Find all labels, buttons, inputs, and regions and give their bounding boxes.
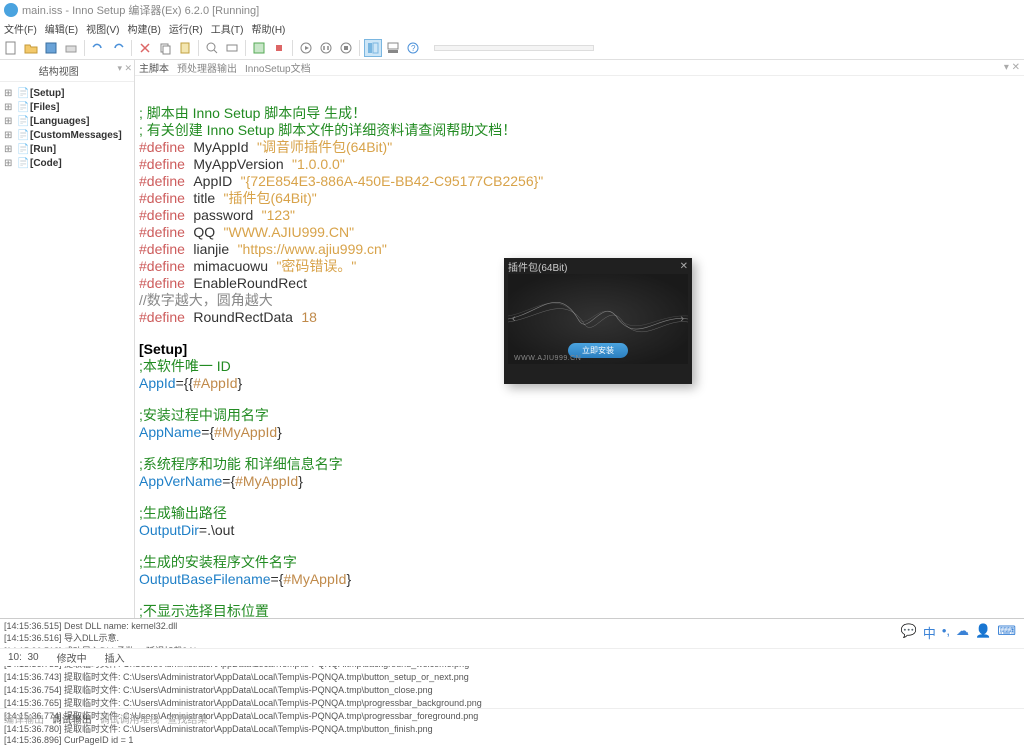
status-insert: 插入 bbox=[105, 650, 125, 665]
separator bbox=[84, 40, 85, 56]
section-icon: 📄 bbox=[17, 116, 27, 126]
tab-find-results[interactable]: 查找结果 bbox=[167, 715, 207, 726]
section-icon: 📄 bbox=[17, 158, 27, 168]
output-line: [14:15:36.515] Dest DLL name: kernel32.d… bbox=[4, 621, 1020, 631]
expand-icon[interactable]: ⊞ bbox=[4, 88, 14, 99]
paste-icon[interactable] bbox=[176, 39, 194, 57]
tab-main[interactable]: 主脚本 bbox=[139, 60, 169, 75]
expand-icon[interactable]: ⊞ bbox=[4, 158, 14, 169]
status-line: 10: 30 bbox=[8, 652, 39, 663]
cut-icon[interactable] bbox=[136, 39, 154, 57]
tray-cloud-icon[interactable]: ☁ bbox=[956, 623, 969, 642]
tray-punct-icon[interactable]: •, bbox=[942, 623, 950, 642]
pause-icon[interactable] bbox=[317, 39, 335, 57]
menu-edit[interactable]: 编辑(E) bbox=[45, 21, 78, 36]
svg-text:?: ? bbox=[411, 44, 416, 53]
tree-item-files[interactable]: ⊞📄[Files] bbox=[4, 100, 134, 114]
tray-ime-icon[interactable]: 中 bbox=[923, 623, 936, 642]
copy-icon[interactable] bbox=[156, 39, 174, 57]
separator bbox=[131, 40, 132, 56]
toggle-structure-icon[interactable] bbox=[364, 39, 382, 57]
section-icon: 📄 bbox=[17, 144, 27, 154]
sidebar-header: 结构视图 ▾ ✕ bbox=[0, 60, 134, 82]
expand-icon[interactable]: ⊞ bbox=[4, 144, 14, 155]
expand-icon[interactable]: ⊞ bbox=[4, 102, 14, 113]
output-line: [14:15:36.896] CurPageID id = 1 bbox=[4, 735, 1020, 745]
expand-icon[interactable]: ⊞ bbox=[4, 116, 14, 127]
toolbar: ? bbox=[0, 36, 1024, 60]
tray-keyboard-icon[interactable]: ⌨ bbox=[997, 623, 1016, 642]
menu-tools[interactable]: 工具(T) bbox=[211, 21, 244, 36]
next-icon[interactable]: › bbox=[680, 313, 684, 325]
stop-icon[interactable] bbox=[337, 39, 355, 57]
tree-item-setup[interactable]: ⊞📄[Setup] bbox=[4, 86, 134, 100]
menu-file[interactable]: 文件(F) bbox=[4, 21, 37, 36]
status-bar: 10: 30 修改中 插入 bbox=[0, 648, 1024, 666]
tab-debug-output[interactable]: 调试输出 bbox=[52, 715, 92, 726]
tab-preprocess[interactable]: 预处理器输出 bbox=[177, 60, 237, 75]
redo-icon[interactable] bbox=[109, 39, 127, 57]
panel-controls-icon[interactable]: ▾ ✕ bbox=[117, 63, 134, 74]
expand-icon[interactable]: ⊞ bbox=[4, 130, 14, 141]
section-icon: 📄 bbox=[17, 102, 27, 112]
popup-titlebar[interactable]: 插件包(64Bit) ✕ bbox=[504, 258, 692, 274]
app-icon bbox=[4, 3, 18, 17]
tray-user-icon[interactable]: 👤 bbox=[975, 623, 991, 642]
tree-item-code[interactable]: ⊞📄[Code] bbox=[4, 156, 134, 170]
output-line: [14:15:36.743] 提取临时文件: C:\Users\Administ… bbox=[4, 670, 1020, 683]
compile-icon[interactable] bbox=[250, 39, 268, 57]
window-title: main.iss - Inno Setup 编译器(Ex) 6.2.0 [Run… bbox=[22, 2, 259, 18]
menu-bar: 文件(F) 编辑(E) 视图(V) 构建(B) 运行(R) 工具(T) 帮助(H… bbox=[0, 20, 1024, 36]
toggle-output-icon[interactable] bbox=[384, 39, 402, 57]
run-icon[interactable] bbox=[297, 39, 315, 57]
status-modified: 修改中 bbox=[57, 650, 87, 665]
undo-icon[interactable] bbox=[89, 39, 107, 57]
installer-popup: 插件包(64Bit) ✕ ‹ › 立即安装 WWW.AJIU999.CN bbox=[504, 258, 692, 384]
popup-url: WWW.AJIU999.CN bbox=[514, 355, 581, 362]
code-section: [Setup] bbox=[139, 341, 187, 357]
panel-controls-icon[interactable]: ▾ ✕ bbox=[1004, 62, 1020, 73]
output-tabbar: 编译输出 调试输出 调试调用堆栈 查找结果 bbox=[0, 708, 1024, 728]
code-comment: ; 脚本由 Inno Setup 脚本向导 生成！ bbox=[139, 105, 366, 121]
section-icon: 📄 bbox=[17, 88, 27, 98]
find-icon[interactable] bbox=[203, 39, 221, 57]
structure-tree: ⊞📄[Setup] ⊞📄[Files] ⊞📄[Languages] ⊞📄[Cus… bbox=[0, 82, 134, 170]
separator bbox=[292, 40, 293, 56]
editor-tabbar: 主脚本 预处理器输出 InnoSetup文档 ▾ ✕ bbox=[135, 60, 1024, 76]
menu-help[interactable]: 帮助(H) bbox=[251, 21, 285, 36]
tab-compile-output[interactable]: 编译输出 bbox=[4, 715, 44, 726]
menu-build[interactable]: 构建(B) bbox=[127, 21, 160, 36]
popup-body: ‹ › 立即安装 WWW.AJIU999.CN bbox=[508, 274, 688, 364]
help-icon[interactable]: ? bbox=[404, 39, 422, 57]
code-comment: ; 有关创建 Inno Setup 脚本文件的详细资料请查阅帮助文档！ bbox=[139, 122, 516, 138]
tray-icons: 💬 中 •, ☁ 👤 ⌨ bbox=[901, 623, 1016, 642]
tab-doc[interactable]: InnoSetup文档 bbox=[245, 60, 311, 75]
section-icon: 📄 bbox=[17, 130, 27, 140]
replace-icon[interactable] bbox=[223, 39, 241, 57]
output-line: [14:15:36.516] 导入DLL示意. bbox=[4, 631, 1020, 644]
menu-run[interactable]: 运行(R) bbox=[169, 21, 203, 36]
progress-placeholder bbox=[434, 45, 594, 51]
stop-compile-icon[interactable] bbox=[270, 39, 288, 57]
new-icon[interactable] bbox=[2, 39, 20, 57]
close-icon[interactable]: ✕ bbox=[680, 261, 688, 272]
tray-chat-icon[interactable]: 💬 bbox=[901, 623, 917, 642]
separator bbox=[198, 40, 199, 56]
tree-item-custommessages[interactable]: ⊞📄[CustomMessages] bbox=[4, 128, 134, 142]
tree-item-languages[interactable]: ⊞📄[Languages] bbox=[4, 114, 134, 128]
prev-icon[interactable]: ‹ bbox=[512, 313, 516, 325]
menu-view[interactable]: 视图(V) bbox=[86, 21, 119, 36]
open-icon[interactable] bbox=[22, 39, 40, 57]
sidebar: 结构视图 ▾ ✕ ⊞📄[Setup] ⊞📄[Files] ⊞📄[Language… bbox=[0, 60, 135, 618]
print-icon[interactable] bbox=[62, 39, 80, 57]
tree-item-run[interactable]: ⊞📄[Run] bbox=[4, 142, 134, 156]
popup-title-text: 插件包(64Bit) bbox=[508, 259, 567, 274]
save-icon[interactable] bbox=[42, 39, 60, 57]
separator bbox=[245, 40, 246, 56]
title-bar: main.iss - Inno Setup 编译器(Ex) 6.2.0 [Run… bbox=[0, 0, 1024, 20]
separator bbox=[359, 40, 360, 56]
output-line: [14:15:36.754] 提取临时文件: C:\Users\Administ… bbox=[4, 683, 1020, 696]
tab-callstack[interactable]: 调试调用堆栈 bbox=[100, 715, 160, 726]
